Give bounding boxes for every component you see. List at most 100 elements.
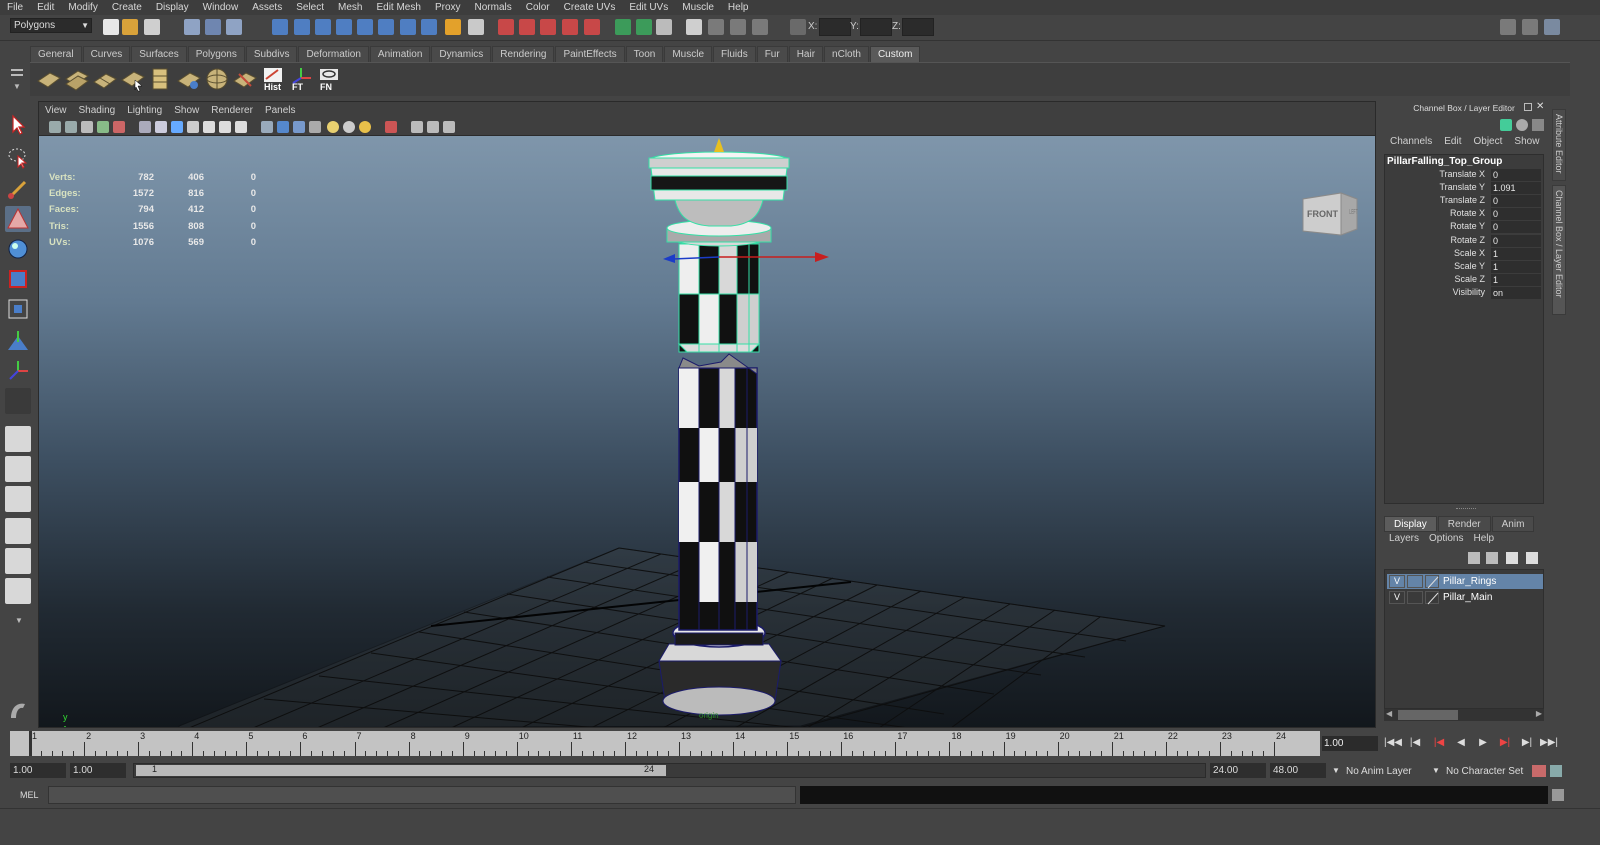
step-back-key-icon[interactable]: |◀ bbox=[1406, 737, 1424, 751]
all-lights-icon[interactable] bbox=[343, 121, 355, 133]
menu-item[interactable]: Create bbox=[105, 2, 149, 13]
channel-name[interactable]: Translate Z bbox=[1440, 195, 1485, 205]
shelf-tab[interactable]: Dynamics bbox=[431, 46, 492, 62]
show-channel-box-icon[interactable] bbox=[730, 19, 746, 35]
xray-joints-icon[interactable] bbox=[427, 121, 439, 133]
shelf-tab[interactable]: Polygons bbox=[187, 46, 245, 62]
menu-item[interactable]: Mesh bbox=[331, 2, 369, 13]
open-scene-icon[interactable] bbox=[122, 19, 138, 35]
history-delete-button[interactable]: Hist bbox=[260, 66, 286, 92]
animation-start-field[interactable]: 1.00 bbox=[10, 763, 66, 778]
menu-item[interactable]: Select bbox=[289, 2, 331, 13]
muscle-tool-icon[interactable] bbox=[5, 698, 31, 724]
animation-prefs-icon[interactable] bbox=[1550, 765, 1562, 777]
channel-row[interactable]: Scale Z 1 bbox=[1387, 273, 1541, 287]
menu-item[interactable]: Help bbox=[721, 2, 756, 13]
layer-editor-tab[interactable]: Render bbox=[1437, 516, 1491, 532]
new-scene-icon[interactable] bbox=[103, 19, 119, 35]
viewcube-side-label[interactable]: LEFT bbox=[1349, 209, 1358, 216]
channel-box-menu-item[interactable]: Edit bbox=[1438, 136, 1467, 147]
shelf-tab[interactable]: Custom bbox=[869, 46, 921, 62]
snap-curve-icon[interactable] bbox=[294, 19, 310, 35]
image-plane-icon[interactable] bbox=[97, 121, 109, 133]
channel-name[interactable]: Rotate X bbox=[1450, 208, 1485, 218]
shelf-tab[interactable]: Deformation bbox=[298, 46, 369, 62]
freeze-transforms-button[interactable]: FT bbox=[288, 66, 314, 92]
select-tool-icon[interactable] bbox=[5, 112, 31, 138]
plane-tool-icon[interactable] bbox=[36, 66, 62, 92]
viewport-menu-item[interactable]: Panels bbox=[259, 105, 302, 116]
camera-select-icon[interactable] bbox=[49, 121, 61, 133]
universal-manipulator-icon[interactable] bbox=[5, 296, 31, 322]
layer-editor-menu-item[interactable]: Options bbox=[1424, 533, 1468, 544]
channel-name[interactable]: Scale Y bbox=[1454, 261, 1485, 271]
attribute-editor-toggle-icon[interactable] bbox=[1500, 19, 1516, 35]
shelf-tab[interactable]: General bbox=[30, 46, 82, 62]
layer-type-toggle[interactable] bbox=[1407, 575, 1423, 588]
persp-graph-layout-icon[interactable] bbox=[5, 518, 31, 544]
menu-item[interactable]: Assets bbox=[245, 2, 289, 13]
grid-toggle-icon[interactable] bbox=[139, 121, 151, 133]
menu-item[interactable]: Edit bbox=[30, 2, 61, 13]
shelf-tab[interactable]: Surfaces bbox=[131, 46, 187, 62]
planes-blue-icon[interactable] bbox=[176, 66, 202, 92]
viewport-menu-item[interactable]: Show bbox=[168, 105, 205, 116]
layer-list[interactable]: V Pillar_Rings V Pillar_Main bbox=[1384, 569, 1544, 709]
panel-splitter[interactable] bbox=[1456, 508, 1476, 511]
channel-row[interactable]: Scale Y 1 bbox=[1387, 260, 1541, 274]
viewcube-front-label[interactable]: FRONT bbox=[1307, 209, 1338, 219]
planes-cross-icon[interactable] bbox=[232, 66, 258, 92]
range-slider[interactable]: 1 24 bbox=[133, 763, 1206, 778]
safe-action-icon[interactable] bbox=[219, 121, 231, 133]
snap-grid-icon[interactable] bbox=[272, 19, 288, 35]
menu-item[interactable]: Window bbox=[196, 2, 246, 13]
render-view-icon[interactable] bbox=[615, 19, 631, 35]
float-panel-icon[interactable] bbox=[1524, 103, 1532, 111]
channel-row[interactable]: Visibility on bbox=[1387, 286, 1541, 300]
anim-layer-selector[interactable]: No Anim Layer bbox=[1346, 766, 1412, 777]
snap-surface-icon[interactable] bbox=[562, 19, 578, 35]
layer-type-toggle[interactable] bbox=[1407, 591, 1423, 604]
layer-editor-menu-item[interactable]: Help bbox=[1468, 533, 1499, 544]
input-line-icon[interactable] bbox=[752, 19, 768, 35]
backface-icon[interactable] bbox=[443, 121, 455, 133]
channel-value-field[interactable]: 0 bbox=[1491, 221, 1541, 234]
move-layer-down-icon[interactable] bbox=[1486, 552, 1498, 564]
script-editor-icon[interactable] bbox=[1552, 789, 1564, 801]
shelf-tab[interactable]: Subdivs bbox=[245, 46, 298, 62]
channel-box-menu-item[interactable]: Show bbox=[1508, 136, 1545, 147]
channel-row[interactable]: Scale X 1 bbox=[1387, 247, 1541, 261]
anim-layer-arrow-icon[interactable]: ▼ bbox=[1332, 766, 1340, 775]
menu-item[interactable]: File bbox=[0, 2, 30, 13]
animation-end-field[interactable]: 48.00 bbox=[1270, 763, 1326, 778]
menu-item[interactable]: Normals bbox=[468, 2, 519, 13]
channel-value-field[interactable]: 1 bbox=[1491, 247, 1541, 260]
four-view-layout-icon[interactable] bbox=[5, 456, 31, 482]
selected-object-name[interactable]: PillarFalling_Top_Group bbox=[1387, 156, 1502, 167]
channel-value-field[interactable]: 0 bbox=[1491, 169, 1541, 181]
channel-name[interactable]: Scale Z bbox=[1454, 274, 1485, 284]
paint-select-tool-icon[interactable] bbox=[5, 176, 31, 202]
shelf-tab[interactable]: nCloth bbox=[824, 46, 869, 62]
outliner-persp-layout-icon[interactable] bbox=[5, 578, 31, 604]
layer-visibility-toggle[interactable]: V bbox=[1389, 575, 1405, 588]
shelf-tab[interactable]: Fur bbox=[756, 46, 788, 62]
playback-end-field[interactable]: 24.00 bbox=[1210, 763, 1266, 778]
channel-name[interactable]: Scale X bbox=[1454, 248, 1485, 258]
shelf-tab[interactable]: Hair bbox=[788, 46, 824, 62]
shelf-tab[interactable]: Rendering bbox=[492, 46, 555, 62]
go-to-start-icon[interactable]: |◀◀ bbox=[1384, 737, 1402, 751]
field-chart-icon[interactable] bbox=[203, 121, 215, 133]
channel-box-toggle-icon[interactable] bbox=[1544, 19, 1560, 35]
channel-value-field[interactable]: on bbox=[1491, 286, 1541, 299]
channel-value-field[interactable]: 1 bbox=[1491, 260, 1541, 273]
channel-value-field[interactable]: 0 bbox=[1491, 208, 1541, 221]
mel-language-toggle[interactable]: MEL bbox=[20, 790, 39, 800]
viewport-panel[interactable]: View Shading Lighting Show Renderer Panels bbox=[38, 101, 1376, 728]
layer-color-swatch[interactable] bbox=[1425, 591, 1439, 605]
wireframe-icon[interactable] bbox=[261, 121, 273, 133]
playback-start-field[interactable]: 1.00 bbox=[70, 763, 126, 778]
show-attribute-editor-icon[interactable] bbox=[686, 19, 702, 35]
y-field[interactable] bbox=[860, 18, 892, 36]
history-icon[interactable] bbox=[378, 19, 394, 35]
